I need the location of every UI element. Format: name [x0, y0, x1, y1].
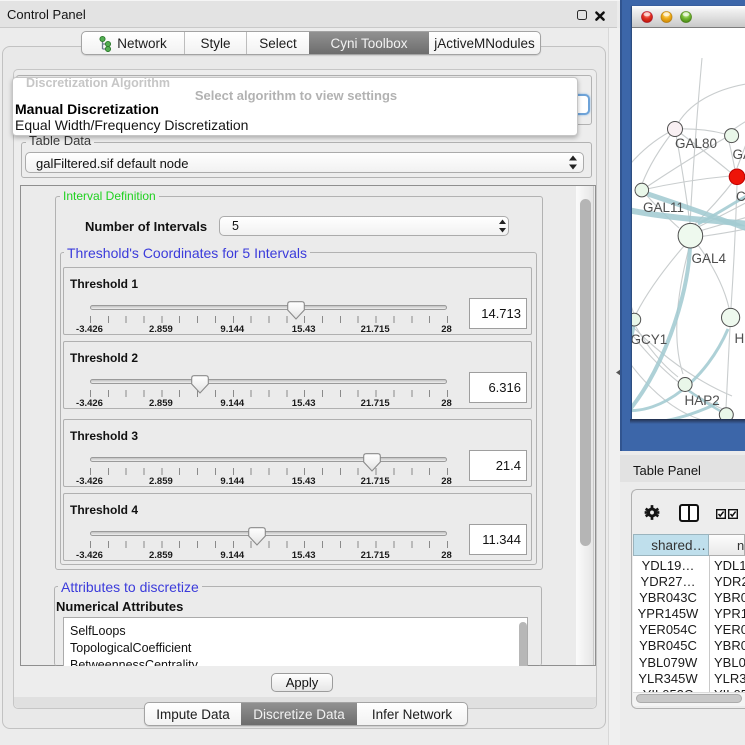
svg-text:HAP2: HAP2 [685, 393, 720, 408]
svg-text:GCY1: GCY1 [632, 332, 667, 347]
svg-text:GAL80: GAL80 [675, 136, 717, 151]
svg-text:GA: GA [733, 147, 745, 162]
svg-text:GAL4: GAL4 [692, 251, 727, 266]
svg-text:GAL11: GAL11 [643, 200, 684, 215]
svg-text:H: H [735, 331, 745, 346]
svg-text:C: C [736, 189, 745, 204]
